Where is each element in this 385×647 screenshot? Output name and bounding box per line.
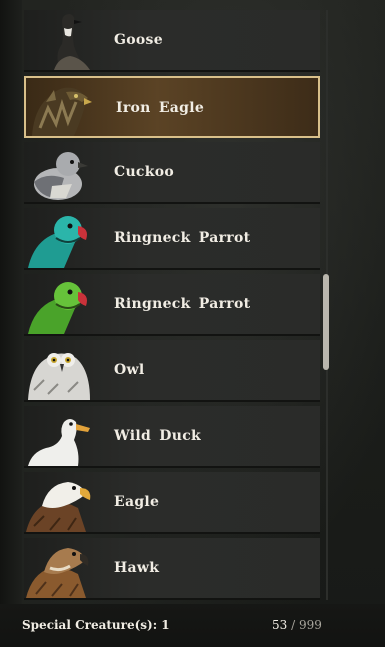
ringneck-parrot-green-icon bbox=[24, 274, 94, 334]
panel-left-edge bbox=[0, 0, 22, 610]
special-creatures-count: Special Creature(s): 1 bbox=[22, 618, 170, 632]
creature-name: Cuckoo bbox=[114, 164, 175, 180]
eagle-icon bbox=[24, 472, 94, 532]
creature-row-hawk[interactable]: Hawk bbox=[24, 538, 320, 600]
cuckoo-icon bbox=[24, 142, 94, 202]
creature-row-cuckoo[interactable]: Cuckoo bbox=[24, 142, 320, 204]
creature-capacity: 53 / 999 bbox=[272, 618, 322, 632]
iron-eagle-icon bbox=[26, 78, 96, 138]
creature-row-wild-duck[interactable]: Wild Duck bbox=[24, 406, 320, 468]
hawk-icon bbox=[24, 538, 94, 598]
scrollbar-thumb[interactable] bbox=[323, 274, 329, 370]
creature-row-goose[interactable]: Goose bbox=[24, 10, 320, 72]
wild-duck-icon bbox=[24, 406, 94, 466]
goose-icon bbox=[24, 10, 94, 70]
creature-name: Hawk bbox=[114, 560, 160, 576]
creature-row-iron-eagle[interactable]: Iron Eagle bbox=[24, 76, 320, 138]
creature-max: 999 bbox=[298, 618, 322, 632]
creature-name: Owl bbox=[114, 362, 145, 378]
creature-row-ringneck-parrot-teal[interactable]: Ringneck Parrot bbox=[24, 208, 320, 270]
creature-name: Ringneck Parrot bbox=[114, 296, 251, 312]
creature-list: Goose Iron Eagle Cuckoo Ringneck Parrot … bbox=[24, 10, 320, 600]
ringneck-parrot-teal-icon bbox=[24, 208, 94, 268]
owl-icon bbox=[24, 340, 94, 400]
creature-row-ringneck-parrot-green[interactable]: Ringneck Parrot bbox=[24, 274, 320, 336]
count-separator: / bbox=[287, 618, 299, 632]
creature-count: 53 bbox=[272, 618, 288, 632]
creature-name: Goose bbox=[114, 32, 163, 48]
creature-row-owl[interactable]: Owl bbox=[24, 340, 320, 402]
creature-name: Ringneck Parrot bbox=[114, 230, 251, 246]
creature-name: Iron Eagle bbox=[116, 100, 205, 116]
creature-name: Eagle bbox=[114, 494, 160, 510]
creature-row-eagle[interactable]: Eagle bbox=[24, 472, 320, 534]
creature-name: Wild Duck bbox=[114, 428, 202, 444]
